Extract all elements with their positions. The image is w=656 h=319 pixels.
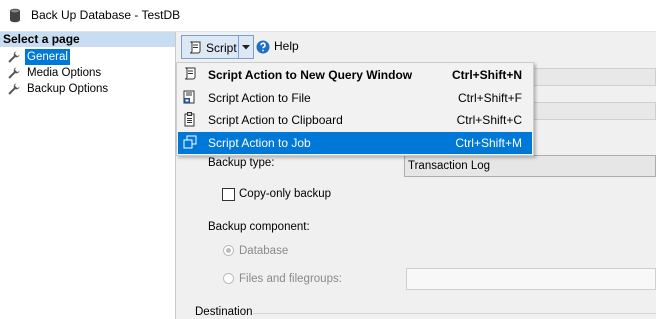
help-icon bbox=[256, 40, 270, 54]
menu-item-label: Script Action to Clipboard bbox=[208, 113, 343, 127]
menu-item-label: Script Action to New Query Window bbox=[208, 68, 413, 82]
destination-divider bbox=[253, 313, 656, 314]
backup-type-label: Backup type: bbox=[208, 157, 275, 169]
sidebar-item-label: Backup Options bbox=[27, 83, 109, 95]
database-radio[interactable] bbox=[223, 245, 234, 256]
menu-item-shortcut: Ctrl+Shift+N bbox=[451, 68, 522, 82]
database-radio-label: Database bbox=[239, 245, 289, 257]
menu-item-label: Script Action to File bbox=[208, 91, 311, 105]
job-icon bbox=[183, 135, 197, 149]
menu-item-shortcut: Ctrl+Shift+F bbox=[457, 91, 522, 105]
page-selector-panel: Select a page General Media Options Back… bbox=[0, 32, 176, 319]
backup-component-label: Backup component: bbox=[208, 221, 310, 233]
script-button[interactable]: Script bbox=[181, 35, 254, 59]
menu-item-script-file[interactable]: Script Action to File Ctrl+Shift+F bbox=[178, 87, 532, 109]
files-filegroups-input[interactable] bbox=[406, 268, 656, 290]
help-label: Help bbox=[274, 39, 299, 53]
menu-item-script-clipboard[interactable]: Script Action to Clipboard Ctrl+Shift+C bbox=[178, 109, 532, 131]
files-filegroups-radio[interactable] bbox=[223, 273, 234, 284]
menu-item-shortcut: Ctrl+Shift+C bbox=[456, 113, 522, 127]
clipboard-icon bbox=[184, 112, 195, 127]
wrench-icon bbox=[8, 51, 20, 63]
chevron-down-icon[interactable] bbox=[242, 45, 250, 50]
window-title: Back Up Database - TestDB bbox=[31, 8, 181, 22]
new-query-icon bbox=[184, 67, 196, 80]
menu-item-shortcut: Ctrl+Shift+M bbox=[455, 136, 522, 150]
script-dropdown-menu: Script Action to New Query Window Ctrl+S… bbox=[176, 62, 534, 156]
toolbar: Script Help bbox=[176, 32, 656, 62]
menu-item-script-job[interactable]: Script Action to Job Ctrl+Shift+M bbox=[178, 132, 532, 154]
sidebar-item-label: Media Options bbox=[27, 67, 102, 79]
menu-item-label: Script Action to Job bbox=[208, 136, 311, 150]
script-button-label: Script bbox=[206, 41, 237, 55]
files-filegroups-label: Files and filegroups: bbox=[239, 273, 342, 285]
database-icon bbox=[10, 8, 20, 23]
backup-type-select[interactable]: Transaction Log bbox=[404, 155, 656, 177]
save-file-icon bbox=[183, 90, 195, 104]
wrench-icon bbox=[8, 83, 20, 95]
script-icon bbox=[189, 41, 201, 54]
copy-only-label: Copy-only backup bbox=[239, 188, 332, 200]
page-selector-header: Select a page bbox=[0, 32, 175, 47]
title-bar: Back Up Database - TestDB bbox=[0, 0, 656, 32]
wrench-icon bbox=[8, 67, 20, 79]
split-divider bbox=[238, 36, 239, 58]
menu-item-script-new-query[interactable]: Script Action to New Query Window Ctrl+S… bbox=[178, 64, 532, 86]
destination-group-label: Destination bbox=[195, 306, 253, 318]
sidebar-item-label: General bbox=[25, 49, 70, 65]
copy-only-checkbox[interactable] bbox=[222, 188, 235, 201]
